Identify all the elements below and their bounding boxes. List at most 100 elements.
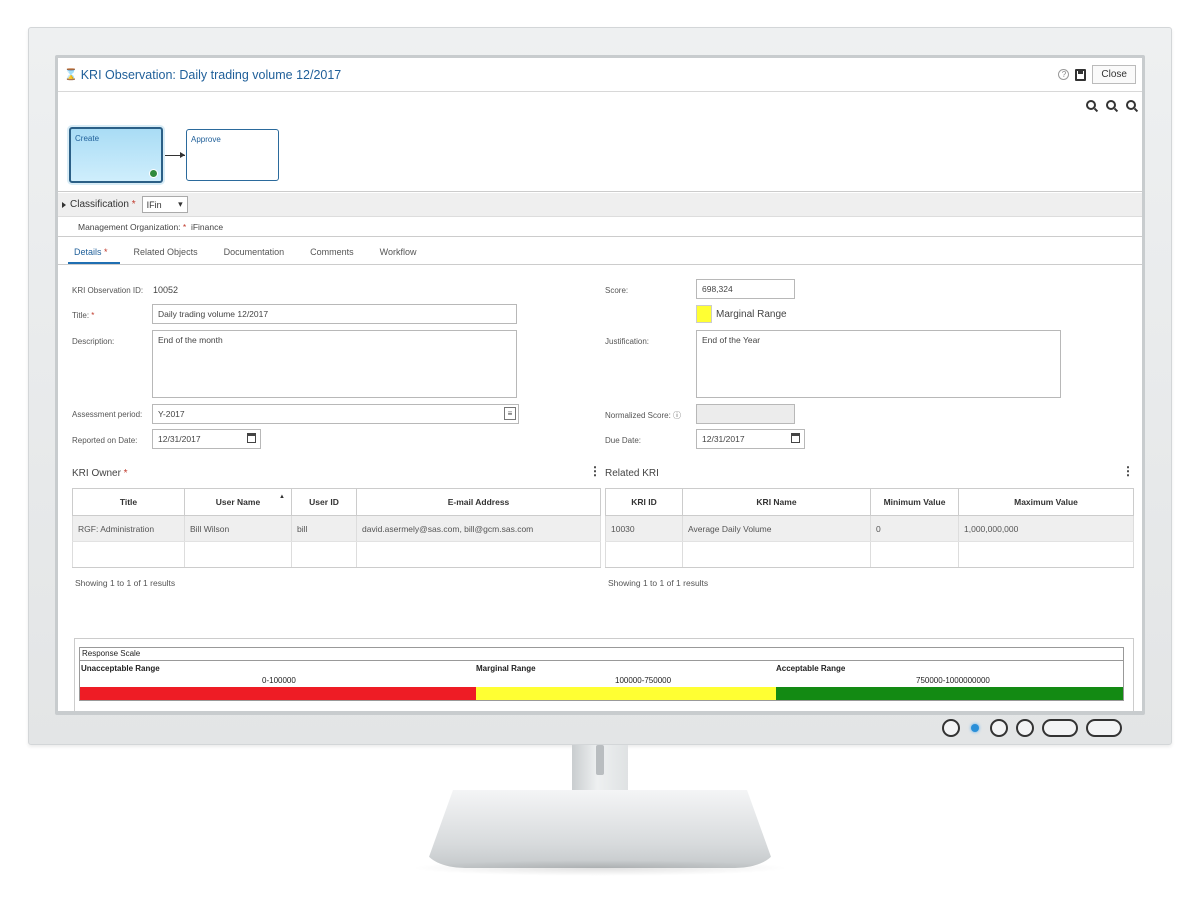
related-kri-results-count: Showing 1 to 1 of 1 results: [608, 578, 709, 588]
normalized-score-input: [696, 404, 795, 424]
close-button[interactable]: Close: [1092, 65, 1136, 84]
workflow-node-label: Create: [75, 134, 100, 143]
due-date-label: Due Date:: [605, 436, 642, 445]
calendar-icon[interactable]: [791, 433, 800, 443]
monitor-button-2[interactable]: [1016, 719, 1034, 737]
column-header[interactable]: Minimum Value: [870, 488, 959, 516]
justification-label: Justification:: [605, 337, 650, 346]
table-cell: 1,000,000,000: [958, 515, 1134, 542]
justification-textarea[interactable]: End of the Year: [696, 330, 1061, 398]
column-header[interactable]: E-mail Address: [356, 488, 601, 516]
column-header[interactable]: Maximum Value: [958, 488, 1134, 516]
screen: ⌛ KRI Observation: Daily trading volume …: [58, 58, 1142, 711]
score-input[interactable]: 698,324: [696, 279, 795, 299]
column-header[interactable]: KRI Name: [682, 488, 871, 516]
tab-bar: Details * Related Objects Documentation …: [58, 238, 1142, 265]
title-input[interactable]: Daily trading volume 12/2017: [152, 304, 517, 324]
kri-owner-menu-icon[interactable]: ⋮: [589, 465, 601, 477]
workflow-diagram: Create Approve: [58, 92, 1142, 192]
lookup-icon[interactable]: ≡: [504, 407, 516, 420]
related-kri-title: Related KRI: [605, 468, 659, 479]
arrow-right-icon: [180, 152, 185, 158]
table-row[interactable]: RGF: Administration Bill Wilson bill dav…: [72, 515, 601, 542]
range-bar-unacceptable: [80, 687, 476, 700]
normalized-score-label: Normalized Score: ⓘ: [605, 411, 682, 420]
kri-id-value: 10052: [153, 285, 179, 295]
kri-owner-results-count: Showing 1 to 1 of 1 results: [75, 578, 176, 588]
description-label: Description:: [72, 337, 115, 346]
kri-owner-title: KRI Owner *: [72, 468, 128, 479]
table-row[interactable]: 10030 Average Daily Volume 0 1,000,000,0…: [605, 515, 1134, 542]
classification-label: Classification: [70, 199, 129, 210]
kri-owner-table: Title User Name ▲ User ID E-mail Address …: [72, 488, 601, 568]
reported-date-label: Reported on Date:: [72, 436, 138, 445]
help-icon[interactable]: ?: [1058, 69, 1070, 80]
due-date-input[interactable]: 12/31/2017: [696, 429, 805, 449]
score-range-swatch: [696, 305, 712, 323]
kri-icon: ⌛: [64, 69, 78, 81]
chevron-down-icon: ▾: [178, 199, 183, 209]
column-header[interactable]: User ID: [291, 488, 357, 516]
stand-shadow: [410, 860, 790, 876]
zoom-in-icon[interactable]: [1086, 100, 1096, 110]
assessment-period-value: Y-2017: [158, 409, 185, 419]
table-row: [605, 541, 1134, 568]
monitor-stand: [425, 790, 775, 868]
table-cell: david.asermely@sas.com, bill@gcm.sas.com: [356, 515, 601, 542]
tab-label: Details: [74, 247, 102, 257]
tab-related-objects[interactable]: Related Objects: [128, 238, 210, 264]
divider: [80, 660, 1123, 661]
table-cell: Bill Wilson: [184, 515, 292, 542]
monitor-button-4[interactable]: [1086, 719, 1122, 737]
monitor-power-button[interactable]: [942, 719, 960, 737]
power-led-icon: [971, 724, 979, 732]
score-range-label: Marginal Range: [716, 309, 787, 320]
tab-workflow[interactable]: Workflow: [374, 238, 429, 264]
management-label: Management Organization:: [78, 222, 181, 232]
related-kri-table: KRI ID KRI Name Minimum Value Maximum Va…: [605, 488, 1134, 568]
classification-bar: Classification * IFin ▾: [58, 193, 1142, 217]
save-icon[interactable]: [1075, 68, 1087, 81]
range-values-unacceptable: 0-100000: [262, 676, 296, 685]
response-scale: Response Scale Unacceptable Range 0-1000…: [79, 647, 1124, 701]
calendar-icon[interactable]: [247, 433, 256, 443]
workflow-node-approve[interactable]: Approve: [186, 129, 279, 181]
management-organization-row: Management Organization: * iFinance: [58, 217, 1142, 237]
table-cell: bill: [291, 515, 357, 542]
tab-documentation[interactable]: Documentation: [218, 238, 297, 264]
column-header[interactable]: User Name ▲: [184, 488, 292, 516]
description-textarea[interactable]: End of the month: [152, 330, 517, 398]
monitor-button-3[interactable]: [1042, 719, 1078, 737]
range-bar-marginal: [476, 687, 776, 700]
table-cell: 10030: [605, 515, 683, 542]
table-row: [72, 541, 601, 568]
management-value: iFinance: [190, 222, 224, 232]
status-badge-icon: [149, 169, 158, 178]
assessment-period-input[interactable]: Y-2017 ≡: [152, 404, 519, 424]
zoom-fit-icon[interactable]: [1126, 100, 1136, 110]
column-header[interactable]: KRI ID: [605, 488, 683, 516]
tab-details[interactable]: Details *: [68, 238, 120, 264]
response-scale-title: Response Scale: [82, 649, 141, 658]
range-label-marginal: Marginal Range: [476, 664, 536, 673]
related-kri-menu-icon[interactable]: ⋮: [1122, 465, 1134, 477]
kri-id-label: KRI Observation ID:: [72, 286, 144, 295]
reported-date-value: 12/31/2017: [158, 434, 201, 444]
due-date-value: 12/31/2017: [702, 434, 745, 444]
column-header[interactable]: Title: [72, 488, 185, 516]
expand-triangle-icon[interactable]: [62, 201, 66, 208]
zoom-out-icon[interactable]: [1106, 100, 1116, 110]
range-label-acceptable: Acceptable Range: [776, 664, 846, 673]
tab-comments[interactable]: Comments: [304, 238, 366, 264]
cable-slot: [596, 745, 604, 775]
classification-select[interactable]: IFin ▾: [141, 196, 188, 213]
table-cell: RGF: Administration: [72, 515, 185, 542]
monitor-button-1[interactable]: [990, 719, 1008, 737]
window-titlebar: ⌛ KRI Observation: Daily trading volume …: [58, 58, 1142, 92]
table-cell: 0: [870, 515, 959, 542]
range-bar-acceptable: [776, 687, 1123, 700]
title-label: Title: *: [72, 311, 95, 320]
reported-date-input[interactable]: 12/31/2017: [152, 429, 261, 449]
monitor-buttons: [942, 719, 1122, 737]
workflow-node-create[interactable]: Create: [69, 127, 163, 183]
